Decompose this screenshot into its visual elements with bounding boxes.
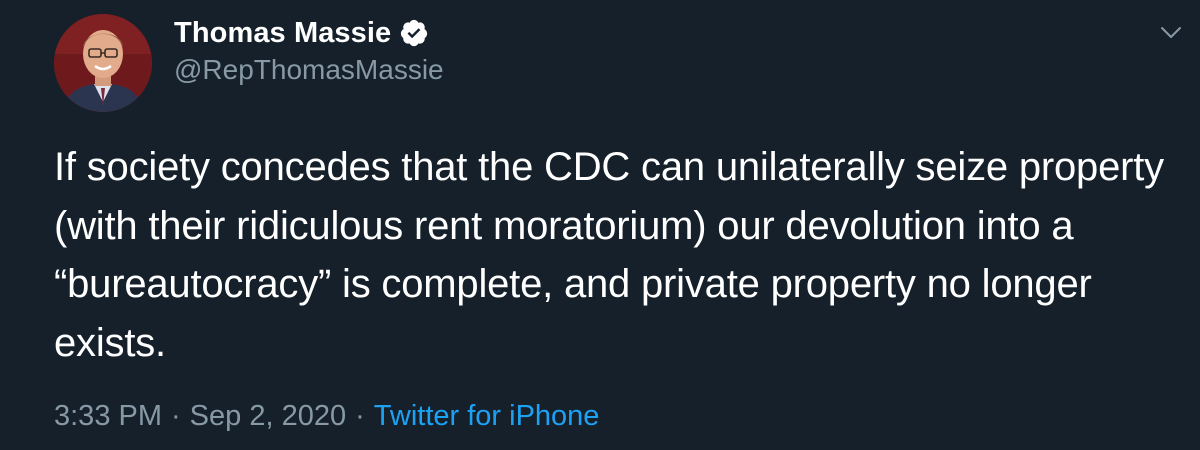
chevron-down-icon[interactable] xyxy=(1156,18,1186,48)
tweet-source-link[interactable]: Twitter for iPhone xyxy=(374,400,600,432)
tweet-card: Thomas Massie @RepThomasMassie If societ… xyxy=(0,0,1200,450)
separator-dot: · xyxy=(355,400,365,432)
tweet-date[interactable]: Sep 2, 2020 xyxy=(190,400,346,432)
avatar[interactable] xyxy=(54,14,152,112)
profile-avatar-image xyxy=(54,14,152,112)
author-name-row: Thomas Massie xyxy=(174,14,429,52)
tweet-time[interactable]: 3:33 PM xyxy=(54,400,162,432)
user-handle[interactable]: @RepThomasMassie xyxy=(174,54,444,86)
tweet-text: If society concedes that the CDC can uni… xyxy=(54,145,1164,365)
separator-dot: · xyxy=(171,400,181,432)
tweet-metadata: 3:33 PM · Sep 2, 2020 · Twitter for iPhone xyxy=(54,400,599,433)
verified-badge-icon xyxy=(399,18,429,48)
display-name[interactable]: Thomas Massie xyxy=(174,17,391,50)
